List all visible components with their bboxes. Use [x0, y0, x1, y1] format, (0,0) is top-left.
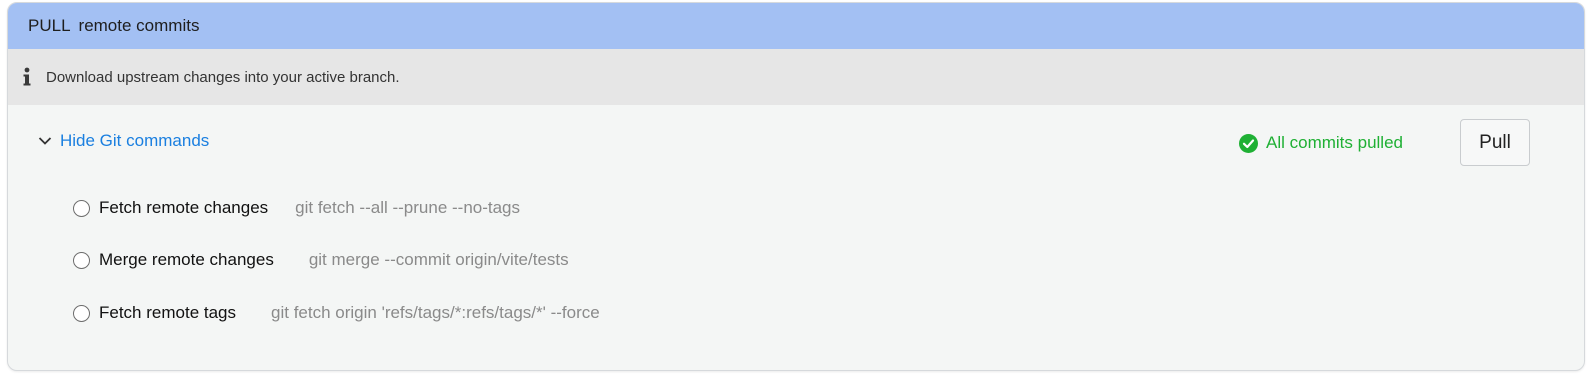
panel-header: PULL remote commits [8, 3, 1584, 49]
step-fetch-remote-tags: Fetch remote tags git fetch origin 'refs… [73, 301, 600, 325]
info-text: Download upstream changes into your acti… [46, 68, 400, 86]
fetch-remote-tags-radio[interactable] [73, 304, 90, 322]
info-bar: Download upstream changes into your acti… [8, 49, 1584, 105]
pull-button[interactable]: Pull [1460, 119, 1530, 166]
step-label: Merge remote changes [99, 250, 274, 269]
header-prefix: PULL [28, 16, 71, 35]
info-icon [20, 67, 34, 87]
merge-remote-changes-radio[interactable] [73, 251, 90, 269]
step-command: git merge --commit origin/vite/tests [308, 250, 569, 269]
content-area: Hide Git commands All commits pulled Pul… [8, 105, 1584, 370]
pull-panel: PULL remote commits Download upstream ch… [7, 2, 1585, 371]
chevron-down-icon [38, 136, 52, 146]
status-indicator: All commits pulled [1239, 133, 1403, 153]
step-command: git fetch origin 'refs/tags/*:refs/tags/… [271, 303, 600, 322]
check-circle-icon [1239, 133, 1258, 153]
header-title: remote commits [78, 16, 200, 35]
status-text: All commits pulled [1266, 133, 1403, 152]
step-merge-remote-changes: Merge remote changes git merge --commit … [73, 248, 569, 272]
step-command: git fetch --all --prune --no-tags [295, 198, 521, 217]
fetch-remote-changes-radio[interactable] [73, 199, 90, 217]
step-label: Fetch remote changes [99, 198, 269, 217]
step-label: Fetch remote tags [99, 303, 237, 322]
toggle-label: Hide Git commands [60, 131, 210, 150]
hide-git-commands-toggle[interactable]: Hide Git commands [38, 131, 209, 151]
step-fetch-remote-changes: Fetch remote changes git fetch --all --p… [73, 196, 520, 220]
